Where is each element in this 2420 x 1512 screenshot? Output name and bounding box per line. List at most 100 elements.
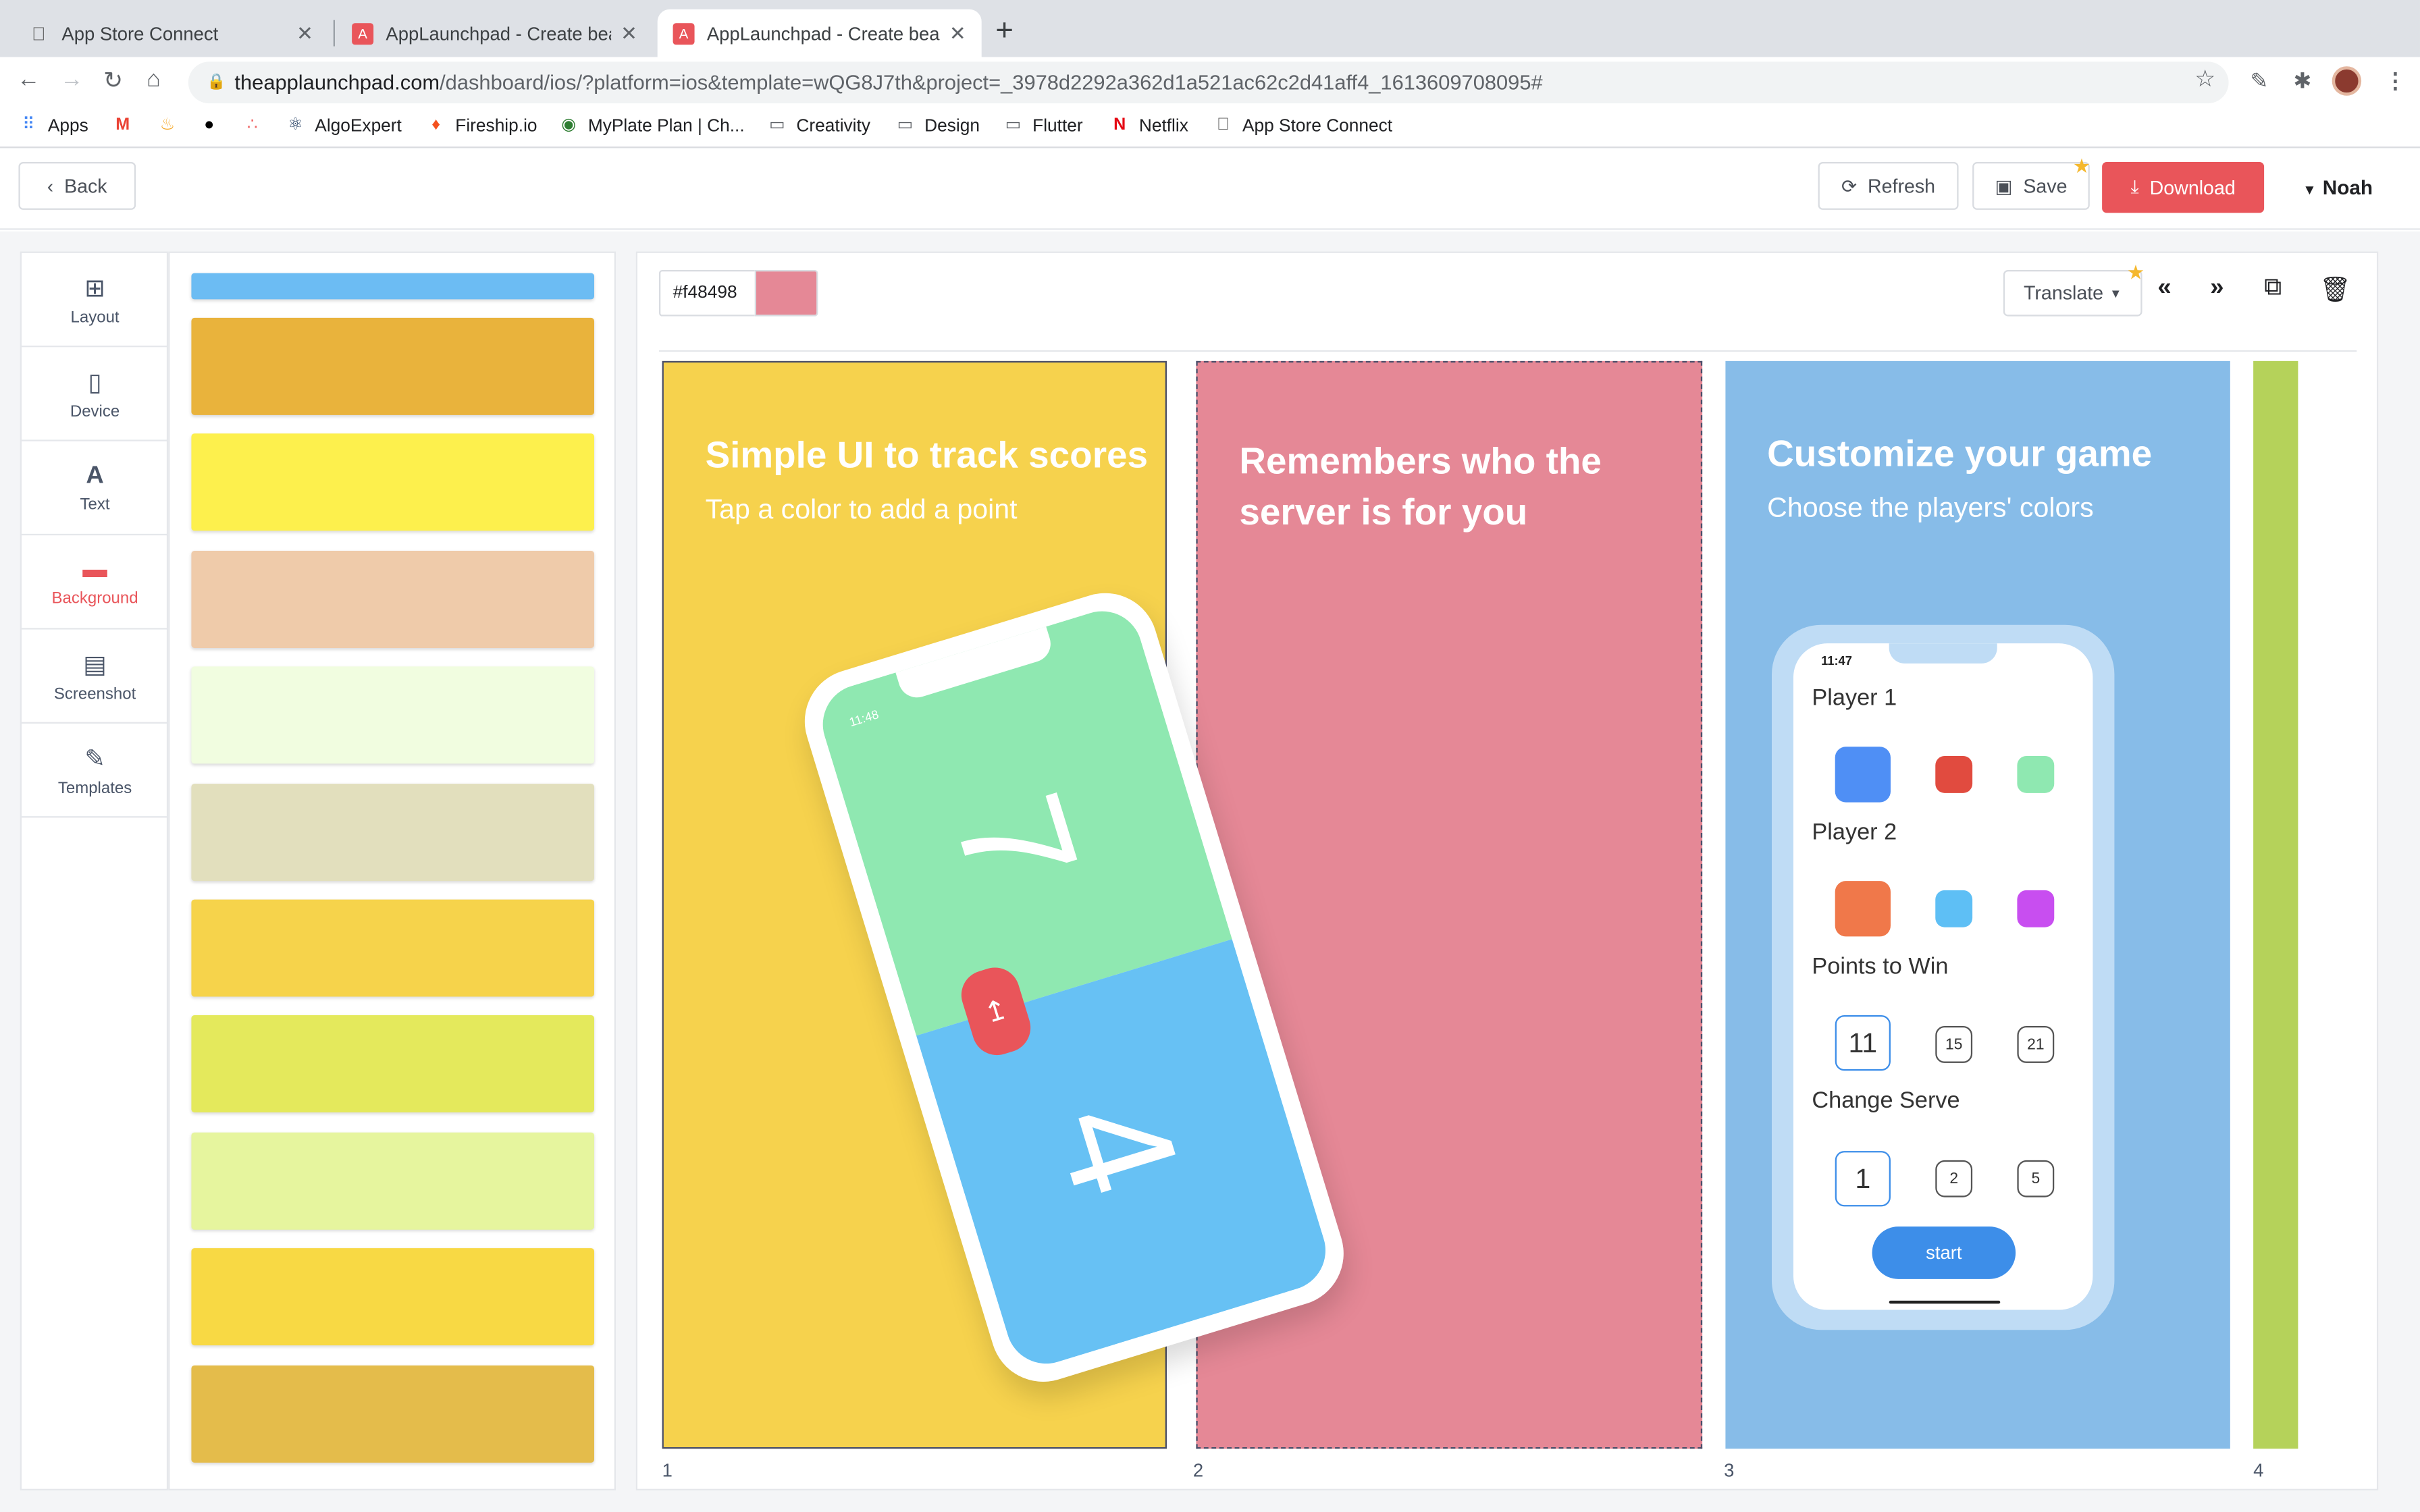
close-tab-icon[interactable]: ✕ (949, 21, 966, 46)
toolbar-divider (658, 350, 2357, 352)
slide-subtitle: Tap a color to add a point (705, 493, 1018, 525)
reload-icon[interactable]: ↻ (103, 66, 123, 94)
browser-tab-strip:  App Store Connect ✕ A AppLaunchpad - C… (0, 0, 2420, 57)
slide-title-line: Remembers who the (1239, 441, 1602, 483)
bookmark-label: Apps (47, 116, 88, 135)
applaunchpad-icon: A (352, 22, 374, 45)
app-header: ‹ Back ⟳ Refresh ▣ Save ★ ⤓ Download ▼ Noah (0, 149, 2420, 230)
color-swatch[interactable] (191, 550, 594, 648)
tab-app-store-connect[interactable]:  App Store Connect ✕ (12, 9, 329, 57)
color-swatch[interactable] (191, 273, 594, 300)
tab-applaunchpad-2[interactable]: A AppLaunchpad - Create beauti ✕ (657, 9, 982, 57)
screenshot-icon: ▤ (83, 651, 107, 678)
translate-label: Translate (2024, 282, 2104, 304)
serve-option-selected: 1 (1835, 1151, 1891, 1207)
download-label: Download (2149, 176, 2236, 198)
asana-icon: ∴ (246, 115, 258, 134)
translate-dropdown[interactable]: Translate ▼ (2003, 269, 2142, 317)
menu-kebab-icon[interactable]: ⋮ (2384, 68, 2406, 94)
bookmark-myplate[interactable]: ◉ MyPlate Plan | Ch... (558, 115, 744, 136)
bookmark-gmail[interactable]: M (113, 115, 142, 136)
bookmark-label: Netflix (1138, 116, 1188, 135)
color-swatch[interactable] (191, 1364, 594, 1462)
bookmark-fireship[interactable]: ♦ Fireship.io (426, 115, 537, 136)
move-right-icon[interactable]: » (2210, 275, 2224, 302)
color-swatch[interactable] (191, 666, 594, 764)
start-button: start (1872, 1226, 2016, 1279)
flame-icon: ♨ (159, 115, 176, 134)
color-swatch[interactable] (191, 899, 594, 997)
premium-star-icon: ★ (2072, 154, 2091, 178)
bookmark-label: Fireship.io (455, 116, 537, 135)
bookmark-star-icon[interactable]: ☆ (2194, 65, 2215, 92)
bookmark-label: App Store Connect (1242, 116, 1393, 135)
refresh-label: Refresh (1868, 175, 1936, 197)
nav-device[interactable]: ▯ Device (21, 347, 169, 441)
close-tab-icon[interactable]: ✕ (621, 21, 637, 46)
algoexpert-icon: ⚛ (288, 115, 303, 134)
nav-layout[interactable]: ⊞ Layout (21, 253, 169, 348)
url-path: /dashboard/ios/?platform=ios&template=wQ… (440, 71, 1543, 94)
points-option: 15 (1935, 1025, 1973, 1063)
nav-label: Background (51, 588, 138, 608)
duplicate-icon[interactable]: ⧉ (2264, 275, 2282, 302)
nav-background[interactable]: ▬ Background (21, 535, 169, 630)
bookmark-label: Design (924, 116, 980, 135)
move-left-icon[interactable]: « (2157, 275, 2171, 302)
nav-label: Screenshot (53, 684, 136, 703)
caret-down-icon: ▼ (2303, 182, 2317, 198)
color-preview-swatch[interactable] (754, 269, 818, 317)
bookmark-netflix[interactable]: N Netflix (1109, 115, 1188, 136)
puzzle-extensions-icon[interactable]: ✱ (2294, 68, 2312, 94)
bookmark-firebase[interactable]: ♨ (157, 115, 186, 136)
myplate-icon: ◉ (561, 115, 577, 134)
back-arrow-icon[interactable]: ← (17, 66, 40, 92)
close-tab-icon[interactable]: ✕ (296, 21, 313, 46)
eyedropper-extension-icon[interactable]: ✎ (2251, 68, 2269, 94)
slide-number: 4 (2253, 1459, 2264, 1482)
color-option-selected (1835, 747, 1891, 803)
address-bar[interactable]: 🔒 theapplaunchpad.com/dashboard/ios/?pla… (188, 61, 2229, 104)
gmail-icon: M (115, 115, 130, 134)
color-swatch[interactable] (191, 317, 594, 415)
caret-down-icon: ▼ (2109, 286, 2122, 300)
new-tab-icon[interactable]: + (995, 14, 1014, 50)
trash-icon[interactable]: 🗑 (2319, 275, 2350, 306)
color-swatch[interactable] (191, 434, 594, 532)
profile-avatar[interactable] (2332, 66, 2362, 96)
hex-color-input[interactable]: #f48498 (658, 269, 755, 317)
nav-templates[interactable]: ✎ Templates (21, 724, 169, 818)
home-icon[interactable]: ⌂ (147, 66, 161, 92)
score-bottom: 4 (1022, 1081, 1213, 1214)
tab-title: AppLaunchpad - Create beauti (706, 22, 941, 45)
bookmark-algoexpert[interactable]: ⚛ AlgoExpert (286, 115, 401, 136)
back-button[interactable]: ‹ Back (18, 161, 136, 210)
lock-icon: 🔒 (207, 74, 226, 91)
nav-text[interactable]: A Text (21, 441, 169, 536)
download-button[interactable]: ⤓ Download (2102, 161, 2265, 213)
back-label: Back (64, 175, 107, 197)
points-to-win-label: Points to Win (1812, 953, 1949, 980)
slide-4[interactable] (2253, 360, 2298, 1449)
refresh-button[interactable]: ⟳ Refresh (1818, 161, 1959, 210)
nav-screenshot[interactable]: ▤ Screenshot (21, 630, 169, 724)
download-icon: ⤓ (2130, 176, 2139, 198)
bookmark-folder-flutter[interactable]: ▭ Flutter (1003, 115, 1083, 136)
color-swatch[interactable] (191, 1248, 594, 1346)
color-swatch[interactable] (191, 783, 594, 881)
bookmark-folder-design[interactable]: ▭ Design (895, 115, 980, 136)
color-swatch[interactable] (191, 1132, 594, 1230)
github-icon: ● (204, 115, 215, 134)
tab-applaunchpad-1[interactable]: A AppLaunchpad - Create beauti ✕ (336, 9, 653, 57)
color-swatch[interactable] (191, 1015, 594, 1113)
bookmark-folder-creativity[interactable]: ▭ Creativity (767, 115, 870, 136)
bookmark-asana[interactable]: ∴ (242, 115, 271, 136)
bookmark-apps[interactable]: ⠿ Apps (18, 115, 88, 136)
tab-separator (333, 20, 335, 47)
status-time: 11:48 (847, 707, 880, 730)
user-menu[interactable]: ▼ Noah (2303, 176, 2373, 199)
phone-screen: 11:47 Player 1 Player 2 Points to Win 11… (1793, 643, 2093, 1310)
bookmark-github[interactable]: ● (199, 115, 228, 136)
forward-arrow-icon[interactable]: → (60, 66, 83, 92)
bookmark-app-store-connect[interactable]:  App Store Connect (1213, 115, 1393, 136)
